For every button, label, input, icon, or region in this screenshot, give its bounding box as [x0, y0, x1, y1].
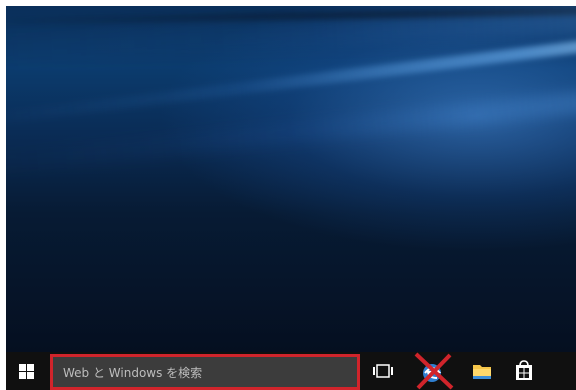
desktop-wallpaper — [6, 6, 576, 352]
edge-browser-icon — [414, 352, 454, 390]
store-icon — [516, 360, 532, 380]
screenshot-frame: Web と Windows を検索 — [0, 0, 576, 390]
file-explorer-button[interactable] — [462, 352, 502, 390]
file-explorer-icon — [473, 365, 491, 379]
windows-logo-icon — [19, 364, 34, 379]
task-view-button[interactable] — [363, 352, 403, 390]
search-box[interactable]: Web と Windows を検索 — [50, 354, 360, 390]
edge-browser-button[interactable] — [408, 352, 456, 390]
wallpaper-light-beam-lower — [6, 82, 576, 178]
taskbar: Web と Windows を検索 — [6, 352, 576, 390]
task-view-icon — [373, 364, 393, 378]
start-button[interactable] — [6, 352, 48, 390]
search-placeholder: Web と Windows を検索 — [63, 366, 203, 380]
store-button[interactable] — [504, 352, 544, 390]
